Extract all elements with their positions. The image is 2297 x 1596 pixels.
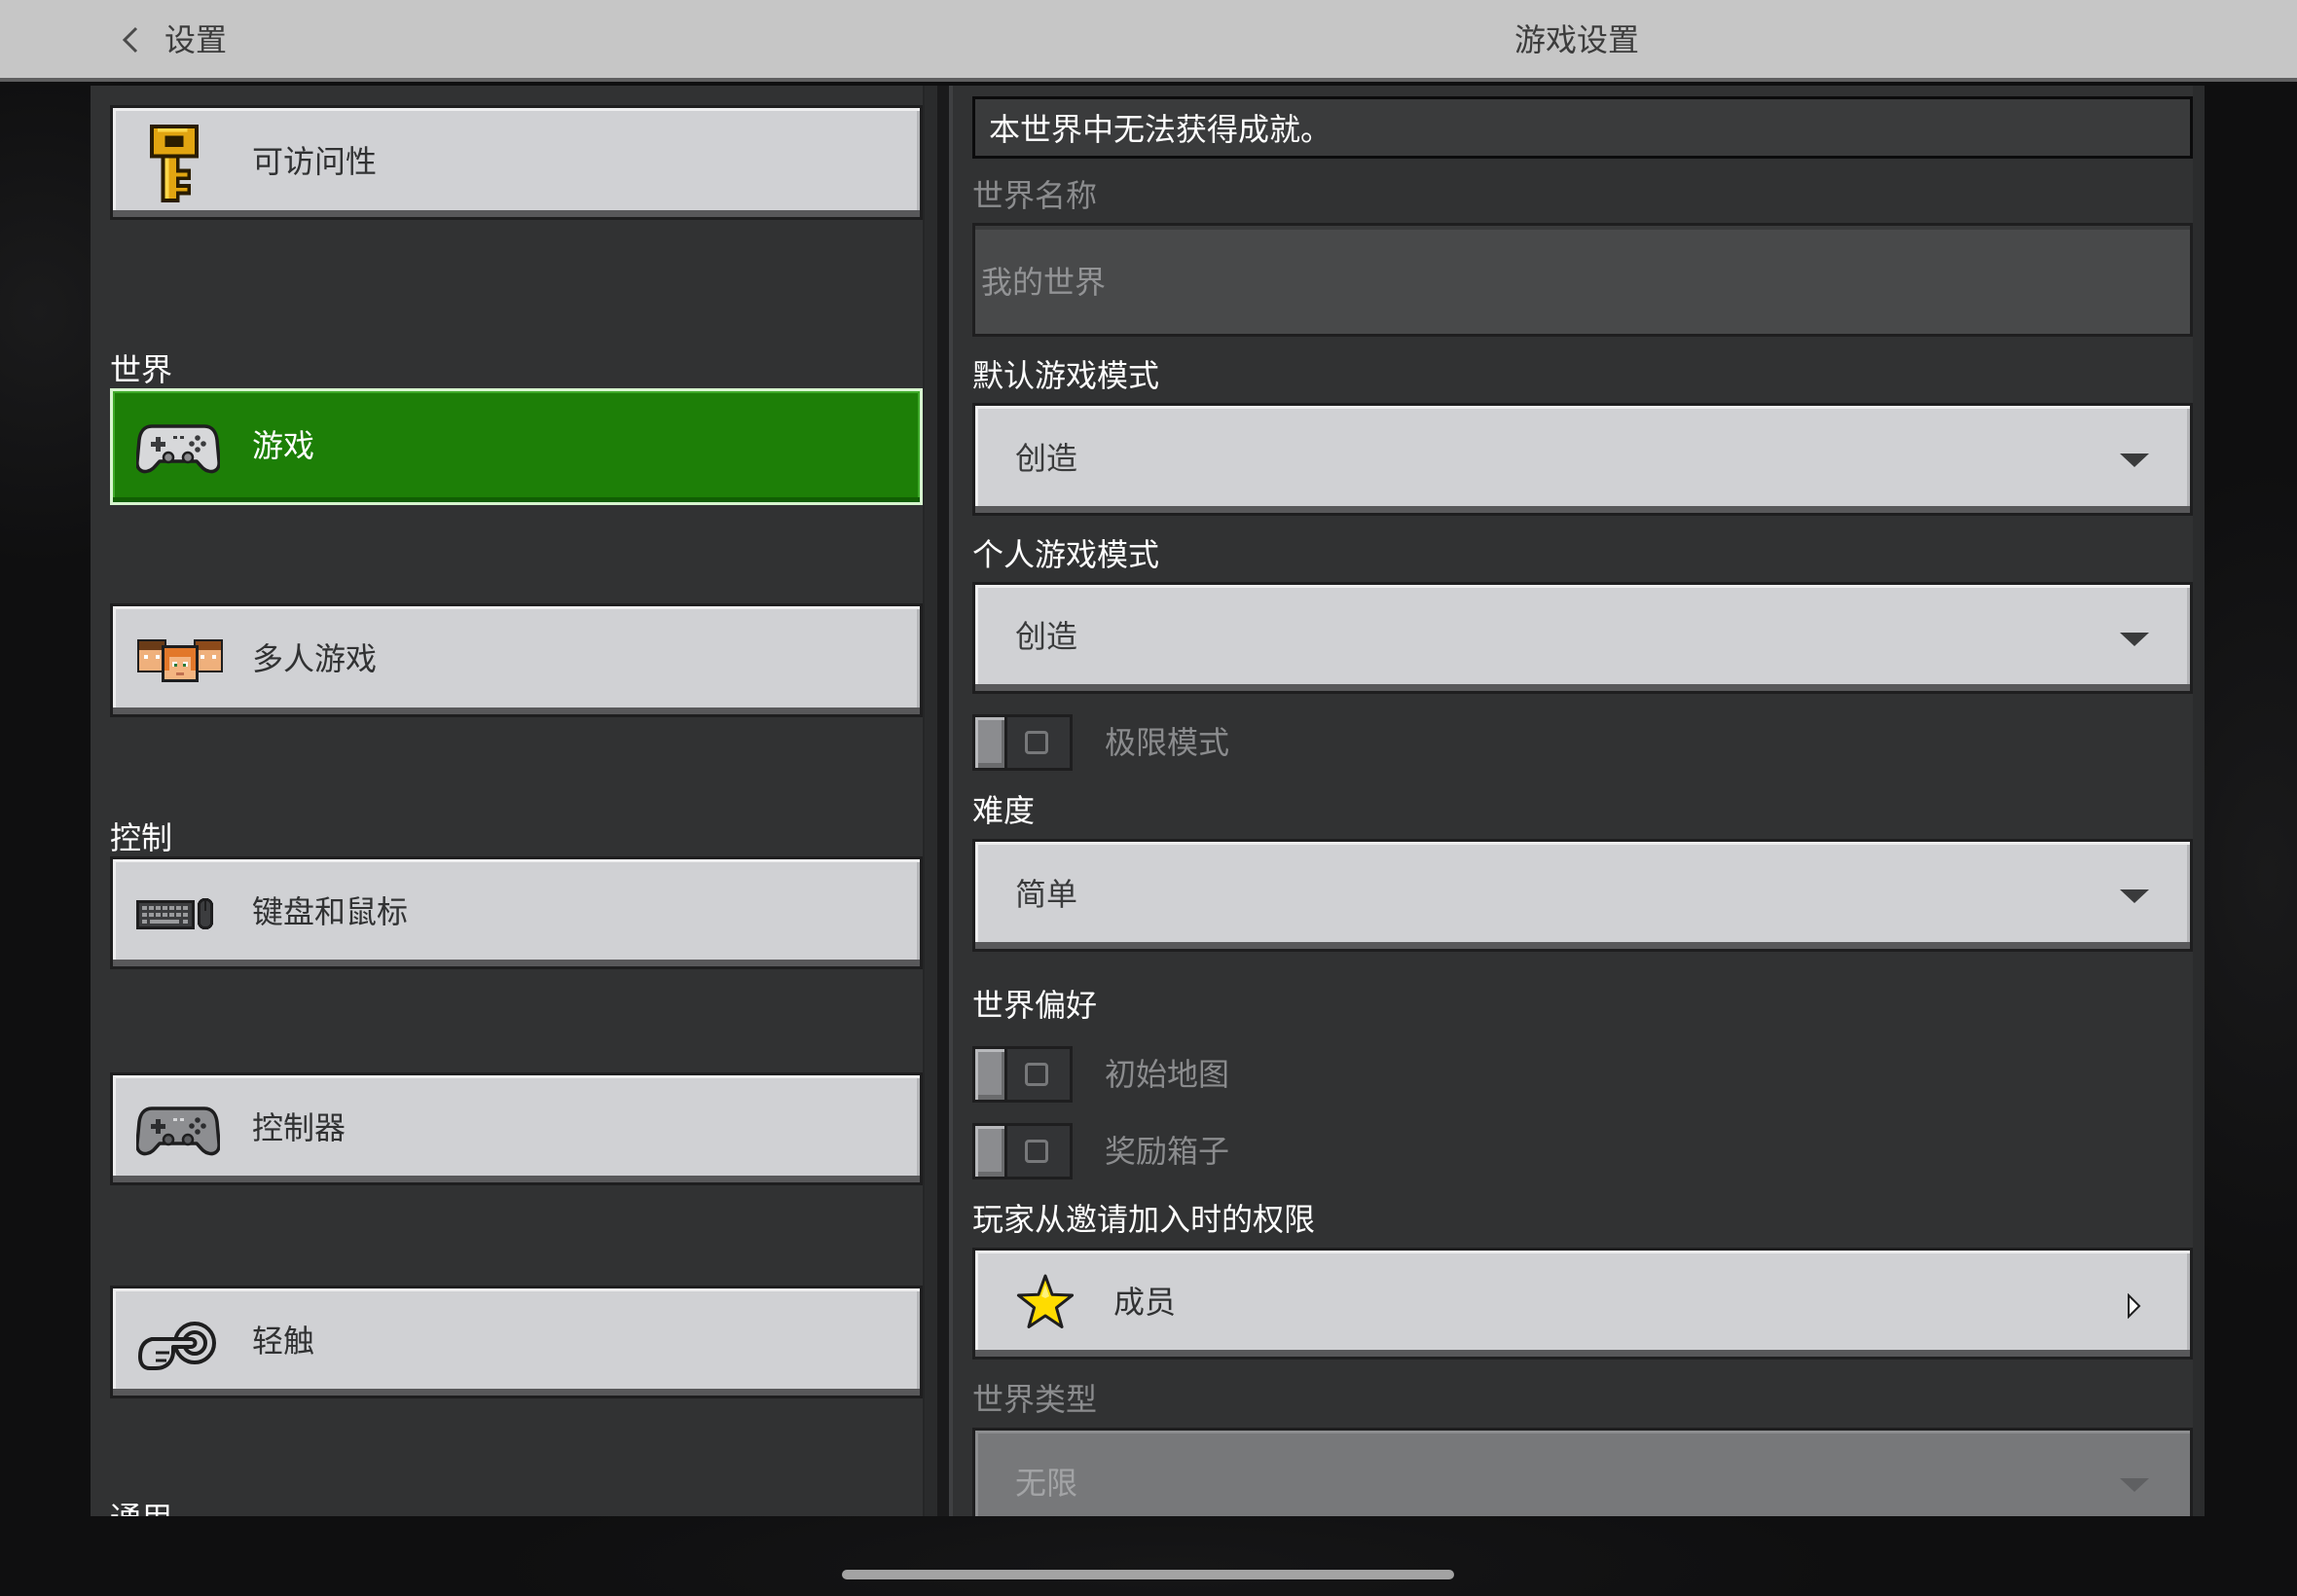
section-title-world: 世界: [110, 351, 173, 388]
home-indicator[interactable]: [842, 1570, 1454, 1579]
chevron-down-icon: [2120, 633, 2149, 646]
back-label: 设置: [164, 21, 228, 58]
dropdown-value: 创造: [1015, 439, 1078, 477]
invite-permission-button[interactable]: 成员: [972, 1248, 2193, 1360]
sidebar: 可访问性 世界 游戏 多人游戏 控制 键盘和鼠标 控制器 轻触: [91, 86, 937, 1516]
sidebar-item-label: 控制器: [252, 1108, 346, 1146]
section-title-controls: 控制: [110, 819, 173, 856]
page-title: 游戏设置: [1513, 21, 1639, 58]
world-type-label: 世界类型: [972, 1381, 1098, 1418]
bonus-chest-label: 奖励箱子: [1105, 1133, 1230, 1170]
hardcore-toggle[interactable]: [972, 714, 1073, 771]
starting-map-toggle[interactable]: [972, 1046, 1073, 1103]
world-preferences-heading: 世界偏好: [972, 987, 1098, 1024]
hardcore-label: 极限模式: [1105, 724, 1230, 761]
world-name-input[interactable]: 我的世界: [972, 223, 2193, 337]
achievements-notice: 本世界中无法获得成就。: [972, 96, 2193, 159]
invite-permission-label: 玩家从邀请加入时的权限: [972, 1201, 1316, 1238]
sidebar-item-touch[interactable]: 轻触: [110, 1286, 923, 1398]
toggle-off-icon: [1025, 1140, 1048, 1163]
settings-panel: 本世界中无法获得成就。 世界名称 我的世界 默认游戏模式 创造 个人游戏模式 创…: [949, 86, 2205, 1516]
gamepad-icon: [136, 420, 220, 475]
chevron-down-icon: [2120, 453, 2149, 467]
back-button[interactable]: 设置: [107, 12, 253, 68]
touch-icon: [136, 1318, 218, 1372]
panel-edge: [949, 86, 953, 1516]
difficulty-label: 难度: [972, 792, 1036, 829]
personal-game-mode-label: 个人游戏模式: [972, 536, 1160, 573]
sidebar-item-keyboard-mouse[interactable]: 键盘和鼠标: [110, 856, 923, 969]
dropdown-value: 创造: [1015, 618, 1078, 655]
default-game-mode-label: 默认游戏模式: [972, 357, 1160, 394]
keyboard-mouse-icon: [136, 896, 214, 931]
world-type-dropdown: 无限: [972, 1428, 2193, 1516]
sidebar-item-multiplayer[interactable]: 多人游戏: [110, 603, 923, 717]
panel-divider: [937, 86, 949, 1516]
world-name-value: 我的世界: [981, 263, 1107, 301]
toggle-off-icon: [1025, 1063, 1048, 1086]
panel-edge: [2193, 86, 2205, 1516]
toggle-knob: [972, 1046, 1007, 1103]
section-title-general: 通用: [110, 1501, 172, 1516]
sidebar-item-accessibility[interactable]: 可访问性: [110, 105, 923, 220]
sidebar-item-game[interactable]: 游戏: [110, 388, 923, 505]
top-bar: 设置 游戏设置: [0, 0, 2297, 82]
chevron-left-icon: [121, 25, 140, 54]
chevron-down-icon: [2120, 889, 2149, 903]
key-icon: [146, 125, 202, 202]
toggle-off-icon: [1025, 731, 1048, 754]
sidebar-item-label: 游戏: [252, 426, 315, 464]
star-icon: [1015, 1273, 1076, 1333]
starting-map-label: 初始地图: [1105, 1056, 1230, 1093]
multiplayer-icon: [136, 637, 224, 683]
world-name-label: 世界名称: [972, 177, 1098, 214]
sidebar-item-label: 多人游戏: [252, 640, 378, 677]
sidebar-edge: [923, 86, 937, 1516]
permission-value: 成员: [1113, 1284, 1177, 1321]
dropdown-value: 无限: [1015, 1464, 1078, 1502]
sidebar-item-label: 轻触: [252, 1322, 315, 1360]
sidebar-item-label: 可访问性: [252, 142, 378, 180]
personal-game-mode-dropdown[interactable]: 创造: [972, 582, 2193, 694]
toggle-knob: [972, 714, 1007, 771]
chevron-right-icon: [2127, 1293, 2141, 1319]
default-game-mode-dropdown[interactable]: 创造: [972, 403, 2193, 516]
toggle-knob: [972, 1123, 1007, 1179]
notice-text: 本世界中无法获得成就。: [989, 111, 1332, 148]
sidebar-item-controller[interactable]: 控制器: [110, 1072, 923, 1185]
sidebar-item-label: 键盘和鼠标: [252, 892, 409, 930]
difficulty-dropdown[interactable]: 简单: [972, 839, 2193, 952]
bonus-chest-toggle[interactable]: [972, 1123, 1073, 1179]
dropdown-value: 简单: [1015, 875, 1078, 913]
chevron-down-icon: [2120, 1478, 2149, 1492]
controller-icon: [136, 1103, 220, 1157]
